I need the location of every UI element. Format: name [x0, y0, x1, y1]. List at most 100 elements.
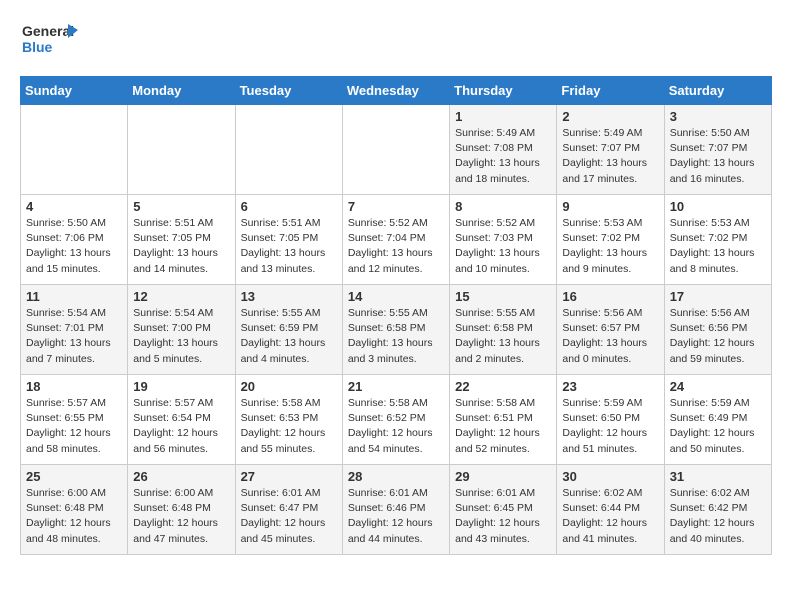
day-info: Sunrise: 5:56 AM Sunset: 6:57 PM Dayligh…: [562, 306, 658, 367]
weekday-header: Friday: [557, 77, 664, 105]
calendar-cell: 29 Sunrise: 6:01 AM Sunset: 6:45 PM Dayli…: [450, 465, 557, 555]
calendar-cell: 23 Sunrise: 5:59 AM Sunset: 6:50 PM Dayli…: [557, 375, 664, 465]
day-info: Sunrise: 5:52 AM Sunset: 7:03 PM Dayligh…: [455, 216, 551, 277]
calendar-cell: [342, 105, 449, 195]
calendar-cell: 13 Sunrise: 5:55 AM Sunset: 6:59 PM Dayli…: [235, 285, 342, 375]
calendar-cell: 31 Sunrise: 6:02 AM Sunset: 6:42 PM Dayli…: [664, 465, 771, 555]
day-info: Sunrise: 5:58 AM Sunset: 6:53 PM Dayligh…: [241, 396, 337, 457]
day-info: Sunrise: 6:00 AM Sunset: 6:48 PM Dayligh…: [133, 486, 229, 547]
weekday-header: Saturday: [664, 77, 771, 105]
day-info: Sunrise: 5:58 AM Sunset: 6:52 PM Dayligh…: [348, 396, 444, 457]
day-number: 29: [455, 469, 551, 484]
svg-text:General: General: [22, 23, 74, 39]
calendar-cell: 1 Sunrise: 5:49 AM Sunset: 7:08 PM Daylig…: [450, 105, 557, 195]
calendar-cell: 25Sunrise: 6:00 AM Sunset: 6:48 PM Dayli…: [21, 465, 128, 555]
day-info: Sunrise: 5:58 AM Sunset: 6:51 PM Dayligh…: [455, 396, 551, 457]
calendar-cell: 6Sunrise: 5:51 AM Sunset: 7:05 PM Daylig…: [235, 195, 342, 285]
day-number: 11: [26, 289, 122, 304]
calendar-week-row: 1 Sunrise: 5:49 AM Sunset: 7:08 PM Daylig…: [21, 105, 772, 195]
calendar-week-row: 18 Sunrise: 5:57 AM Sunset: 6:55 PM Dayli…: [21, 375, 772, 465]
page-header: GeneralBlue: [20, 20, 772, 60]
day-info: Sunrise: 5:50 AM Sunset: 7:07 PM Dayligh…: [670, 126, 766, 187]
logo: GeneralBlue: [20, 20, 80, 60]
day-number: 16: [562, 289, 658, 304]
calendar-cell: 2Sunrise: 5:49 AM Sunset: 7:07 PM Daylig…: [557, 105, 664, 195]
calendar-cell: 4 Sunrise: 5:50 AM Sunset: 7:06 PM Daylig…: [21, 195, 128, 285]
day-info: Sunrise: 6:02 AM Sunset: 6:42 PM Dayligh…: [670, 486, 766, 547]
calendar-cell: [235, 105, 342, 195]
day-number: 1: [455, 109, 551, 124]
calendar-cell: 26 Sunrise: 6:00 AM Sunset: 6:48 PM Dayli…: [128, 465, 235, 555]
day-number: 15: [455, 289, 551, 304]
day-info: Sunrise: 5:51 AM Sunset: 7:05 PM Dayligh…: [241, 216, 337, 277]
day-info: Sunrise: 5:57 AM Sunset: 6:55 PM Dayligh…: [26, 396, 122, 457]
day-info: Sunrise: 5:50 AM Sunset: 7:06 PM Dayligh…: [26, 216, 122, 277]
day-number: 18: [26, 379, 122, 394]
calendar-cell: 27 Sunrise: 6:01 AM Sunset: 6:47 PM Dayli…: [235, 465, 342, 555]
day-number: 2: [562, 109, 658, 124]
calendar-week-row: 11 Sunrise: 5:54 AM Sunset: 7:01 PM Dayli…: [21, 285, 772, 375]
day-info: Sunrise: 6:00 AM Sunset: 6:48 PM Dayligh…: [26, 486, 122, 547]
calendar-week-row: 25Sunrise: 6:00 AM Sunset: 6:48 PM Dayli…: [21, 465, 772, 555]
day-number: 7: [348, 199, 444, 214]
day-info: Sunrise: 6:01 AM Sunset: 6:45 PM Dayligh…: [455, 486, 551, 547]
day-info: Sunrise: 5:57 AM Sunset: 6:54 PM Dayligh…: [133, 396, 229, 457]
day-number: 3: [670, 109, 766, 124]
day-number: 19: [133, 379, 229, 394]
day-number: 26: [133, 469, 229, 484]
day-number: 10: [670, 199, 766, 214]
calendar-cell: 28 Sunrise: 6:01 AM Sunset: 6:46 PM Dayli…: [342, 465, 449, 555]
day-info: Sunrise: 5:59 AM Sunset: 6:49 PM Dayligh…: [670, 396, 766, 457]
day-number: 4: [26, 199, 122, 214]
calendar-cell: 12Sunrise: 5:54 AM Sunset: 7:00 PM Dayli…: [128, 285, 235, 375]
day-info: Sunrise: 5:53 AM Sunset: 7:02 PM Dayligh…: [670, 216, 766, 277]
day-number: 21: [348, 379, 444, 394]
day-info: Sunrise: 6:01 AM Sunset: 6:46 PM Dayligh…: [348, 486, 444, 547]
calendar-cell: 16 Sunrise: 5:56 AM Sunset: 6:57 PM Dayli…: [557, 285, 664, 375]
day-number: 8: [455, 199, 551, 214]
day-number: 22: [455, 379, 551, 394]
weekday-header-row: SundayMondayTuesdayWednesdayThursdayFrid…: [21, 77, 772, 105]
day-number: 23: [562, 379, 658, 394]
day-info: Sunrise: 5:55 AM Sunset: 6:59 PM Dayligh…: [241, 306, 337, 367]
weekday-header: Wednesday: [342, 77, 449, 105]
calendar-cell: [21, 105, 128, 195]
day-number: 20: [241, 379, 337, 394]
day-info: Sunrise: 5:55 AM Sunset: 6:58 PM Dayligh…: [455, 306, 551, 367]
calendar-cell: 24Sunrise: 5:59 AM Sunset: 6:49 PM Dayli…: [664, 375, 771, 465]
day-info: Sunrise: 6:01 AM Sunset: 6:47 PM Dayligh…: [241, 486, 337, 547]
calendar-cell: 7 Sunrise: 5:52 AM Sunset: 7:04 PM Daylig…: [342, 195, 449, 285]
weekday-header: Tuesday: [235, 77, 342, 105]
calendar-cell: 18 Sunrise: 5:57 AM Sunset: 6:55 PM Dayli…: [21, 375, 128, 465]
day-number: 28: [348, 469, 444, 484]
calendar-cell: 9Sunrise: 5:53 AM Sunset: 7:02 PM Daylig…: [557, 195, 664, 285]
day-info: Sunrise: 5:52 AM Sunset: 7:04 PM Dayligh…: [348, 216, 444, 277]
calendar-cell: [128, 105, 235, 195]
weekday-header: Thursday: [450, 77, 557, 105]
day-info: Sunrise: 6:02 AM Sunset: 6:44 PM Dayligh…: [562, 486, 658, 547]
calendar-week-row: 4 Sunrise: 5:50 AM Sunset: 7:06 PM Daylig…: [21, 195, 772, 285]
day-number: 30: [562, 469, 658, 484]
day-number: 17: [670, 289, 766, 304]
day-info: Sunrise: 5:49 AM Sunset: 7:08 PM Dayligh…: [455, 126, 551, 187]
weekday-header: Sunday: [21, 77, 128, 105]
day-info: Sunrise: 5:54 AM Sunset: 7:01 PM Dayligh…: [26, 306, 122, 367]
day-number: 13: [241, 289, 337, 304]
day-info: Sunrise: 5:55 AM Sunset: 6:58 PM Dayligh…: [348, 306, 444, 367]
calendar-cell: 19 Sunrise: 5:57 AM Sunset: 6:54 PM Dayli…: [128, 375, 235, 465]
calendar-cell: 22 Sunrise: 5:58 AM Sunset: 6:51 PM Dayli…: [450, 375, 557, 465]
day-number: 9: [562, 199, 658, 214]
day-number: 31: [670, 469, 766, 484]
calendar-cell: 5Sunrise: 5:51 AM Sunset: 7:05 PM Daylig…: [128, 195, 235, 285]
day-info: Sunrise: 5:51 AM Sunset: 7:05 PM Dayligh…: [133, 216, 229, 277]
calendar-cell: 11 Sunrise: 5:54 AM Sunset: 7:01 PM Dayli…: [21, 285, 128, 375]
calendar-cell: 15 Sunrise: 5:55 AM Sunset: 6:58 PM Dayli…: [450, 285, 557, 375]
weekday-header: Monday: [128, 77, 235, 105]
day-number: 27: [241, 469, 337, 484]
day-info: Sunrise: 5:56 AM Sunset: 6:56 PM Dayligh…: [670, 306, 766, 367]
calendar-cell: 17 Sunrise: 5:56 AM Sunset: 6:56 PM Dayli…: [664, 285, 771, 375]
day-number: 12: [133, 289, 229, 304]
day-number: 14: [348, 289, 444, 304]
day-info: Sunrise: 5:59 AM Sunset: 6:50 PM Dayligh…: [562, 396, 658, 457]
calendar-cell: 10 Sunrise: 5:53 AM Sunset: 7:02 PM Dayli…: [664, 195, 771, 285]
